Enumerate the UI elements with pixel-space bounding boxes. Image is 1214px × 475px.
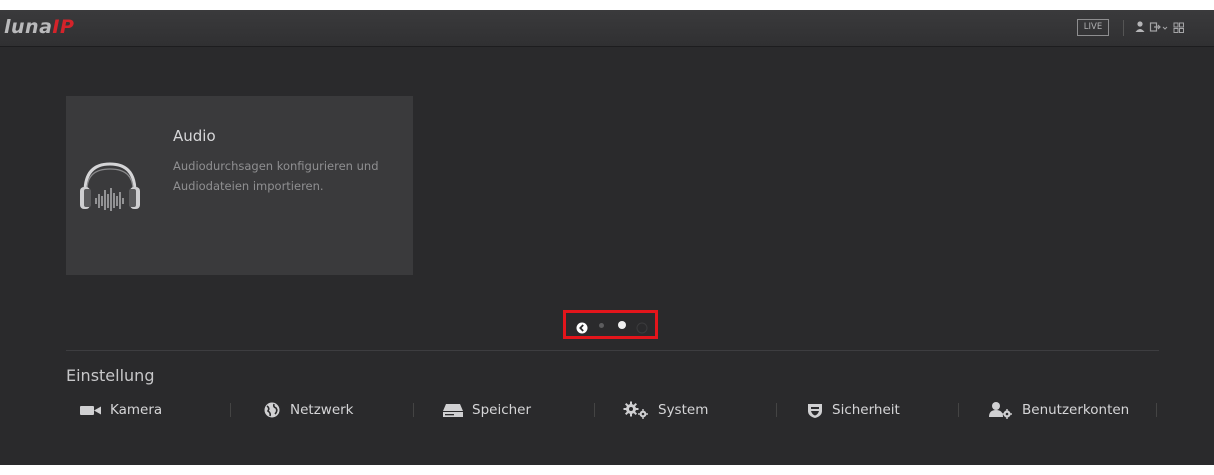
menu-item-system[interactable]: System <box>622 399 708 421</box>
settings-title: Einstellung <box>66 366 155 385</box>
menu-item-benutzerkonten[interactable]: Benutzerkonten <box>988 399 1129 421</box>
menu-divider <box>776 403 777 417</box>
menu-divider <box>1156 403 1157 417</box>
shield-icon <box>808 404 822 418</box>
logo: lunaIP <box>4 16 74 38</box>
logo-text-luna: luna <box>4 16 53 38</box>
audio-card[interactable]: Audio Audiodurchsagen konfigurieren und … <box>66 96 413 275</box>
menu-label-system: System <box>658 402 709 418</box>
menu-item-kamera[interactable]: Kamera <box>80 399 162 421</box>
camera-icon <box>80 406 101 415</box>
user-icon[interactable] <box>1133 18 1147 36</box>
page-dot-1[interactable] <box>599 322 604 328</box>
main-content: Audio Audiodurchsagen konfigurieren und … <box>0 46 1214 465</box>
live-button[interactable]: LIVE <box>1077 19 1109 36</box>
page-dot-2-active[interactable] <box>618 321 626 329</box>
section-divider <box>66 350 1159 351</box>
gears-icon <box>623 401 648 419</box>
card-title: Audio <box>173 127 216 145</box>
previous-page-icon[interactable] <box>576 319 588 338</box>
logo-text-ip: IP <box>52 16 75 38</box>
menu-label-sicherheit: Sicherheit <box>832 402 900 418</box>
grid-icon[interactable] <box>1172 18 1186 36</box>
menu-divider <box>230 403 231 417</box>
next-page-icon[interactable] <box>636 319 648 338</box>
menu-label-kamera: Kamera <box>110 402 163 418</box>
globe-icon <box>264 402 280 418</box>
menu-item-netzwerk[interactable]: Netzwerk <box>262 399 354 421</box>
pagination-highlight-box <box>563 310 658 339</box>
logout-icon[interactable] <box>1148 18 1168 36</box>
menu-label-netzwerk: Netzwerk <box>290 402 354 418</box>
top-bar: lunaIP LIVE <box>0 10 1214 47</box>
menu-label-benutzerkonten: Benutzerkonten <box>1022 402 1130 418</box>
storage-icon <box>443 404 463 417</box>
app-window: lunaIP LIVE Audio Audiodurchsagen konfig… <box>0 10 1214 465</box>
card-description: Audiodurchsagen konfigurieren und Audiod… <box>173 159 379 193</box>
menu-label-speicher: Speicher <box>472 402 532 418</box>
menu-item-speicher[interactable]: Speicher <box>442 399 531 421</box>
menu-item-sicherheit[interactable]: Sicherheit <box>806 399 900 421</box>
toolbar-divider <box>1123 20 1124 36</box>
menu-divider <box>958 403 959 417</box>
menu-divider <box>594 403 595 417</box>
headphones-icon <box>76 158 144 218</box>
menu-divider <box>413 403 414 417</box>
users-icon <box>989 402 1012 419</box>
